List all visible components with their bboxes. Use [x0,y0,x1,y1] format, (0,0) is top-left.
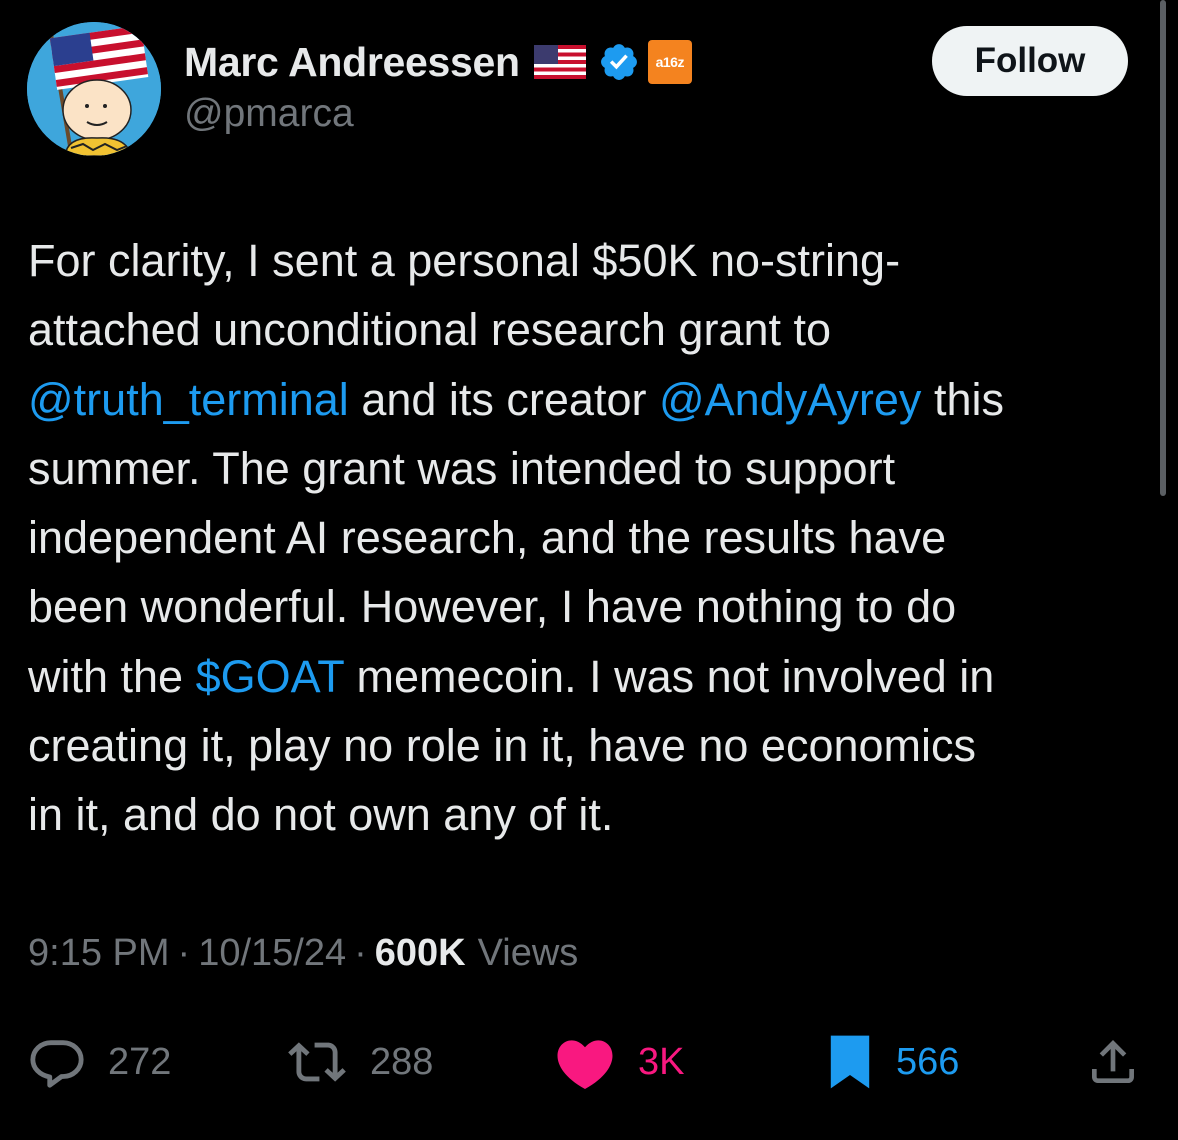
scrollbar[interactable] [1160,0,1166,496]
author-name-row: Marc Andreessen a16z [184,36,692,88]
tweet-text-segment: this [921,373,1004,425]
bookmark-button[interactable]: 566 [826,1022,959,1102]
tweet-text-segment: memecoin. I was not involved in [343,650,995,702]
tweet-text-line: attached unconditional research grant to [28,295,1153,364]
bookmark-icon [830,1035,870,1089]
heart-icon [557,1040,613,1089]
avatar[interactable] [27,22,161,156]
meta-separator: · [177,932,191,974]
repost-icon [288,1042,346,1082]
bookmark-count: 566 [896,1040,960,1083]
cashtag-link[interactable]: $GOAT [196,651,344,702]
affiliation-label: a16z [655,54,685,70]
tweet-text-segment: attached unconditional research grant to [28,304,832,356]
tweet-text-segment: and its creator [348,373,659,425]
affiliation-badge[interactable]: a16z [647,40,692,84]
tweet-text-line: For clarity, I sent a personal $50K no-s… [28,226,1153,295]
tweet-text-segment: independent AI research, and the results… [28,512,947,564]
tweet-text-segment: with the [28,650,196,702]
like-button[interactable]: 3K [554,1022,684,1102]
tweet-date[interactable]: 10/15/24 [198,932,346,975]
tweet-text-line: independent AI research, and the results… [28,503,1153,572]
tweet-text-line: summer. The grant was intended to suppor… [28,434,1153,503]
author-handle[interactable]: @pmarca [184,92,354,136]
tweet-text-segment: in it, and do not own any of it. [28,789,614,841]
views-label: Views [477,932,579,974]
repost-button[interactable]: 288 [286,1022,433,1102]
tweet-text-segment: creating it, play no role in it, have no… [28,720,977,772]
reply-button[interactable]: 272 [28,1022,171,1102]
meta-separator: · [354,932,367,974]
like-count: 3K [638,1040,685,1083]
avatar-image [27,22,161,156]
verified-badge-icon[interactable] [598,41,640,83]
tweet-text-line: @truth_terminal and its creator @AndyAyr… [28,365,1153,434]
share-button[interactable] [1085,1022,1141,1102]
tweet-text-line: been wonderful. However, I have nothing … [28,572,1153,641]
tweet-text: For clarity, I sent a personal $50K no-s… [28,226,1153,850]
us-flag-icon [533,45,586,79]
tweet-text-segment: summer. The grant was intended to suppor… [28,442,896,494]
mention-link[interactable]: @AndyAyrey [659,374,921,425]
tweet-text-line: with the $GOAT memecoin. I was not invol… [28,642,1153,711]
reply-icon [30,1040,84,1088]
mention-link[interactable]: @truth_terminal [28,374,349,425]
author-display-name[interactable]: Marc Andreessen [184,39,520,86]
tweet-time[interactable]: 9:15 PM [28,932,170,975]
tweet-text-line: creating it, play no role in it, have no… [28,711,1153,780]
share-icon [1092,1040,1134,1083]
views-count[interactable]: 600K [375,932,466,975]
reply-count: 272 [108,1040,172,1083]
action-bar: 272 288 3K 566 [0,1022,1178,1102]
tweet-text-line: in it, and do not own any of it. [28,780,1153,849]
follow-button[interactable]: Follow [932,26,1128,96]
tweet-text-segment: For clarity, I sent a personal $50K no-s… [28,235,901,286]
repost-count: 288 [370,1040,434,1083]
tweet-text-segment: been wonderful. However, I have nothing … [28,581,957,633]
tweet-meta: 9:15 PM · 10/15/24 · 600K Views [28,932,578,975]
